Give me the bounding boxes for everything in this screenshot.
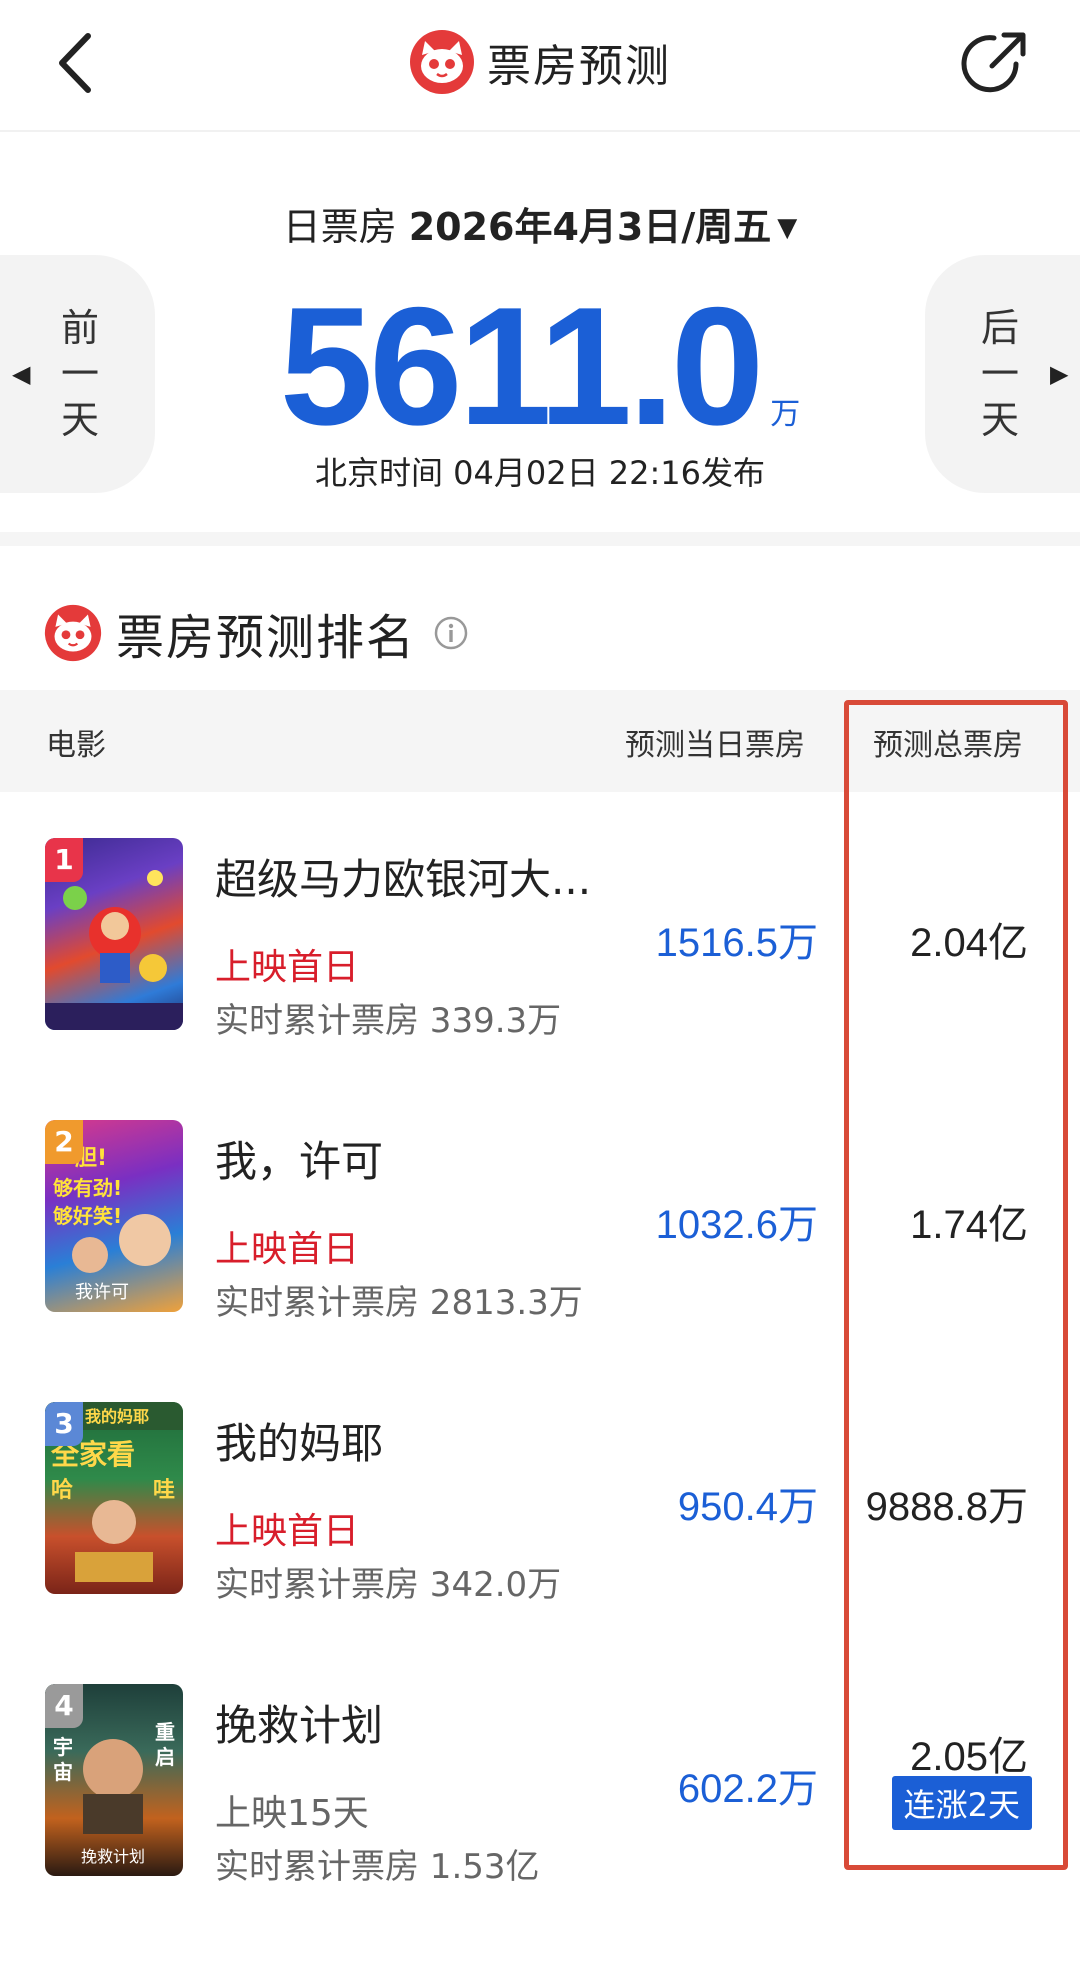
release-status: 上映首日 — [215, 947, 360, 988]
svg-text:我许可: 我许可 — [75, 1282, 129, 1303]
svg-text:重: 重 — [155, 1720, 175, 1744]
daily-box-label: 日票房 — [282, 205, 397, 249]
svg-text:宙: 宙 — [53, 1760, 73, 1784]
top-bar: 票房预测 — [0, 0, 1080, 132]
svg-text:够好笑!: 够好笑! — [53, 1204, 122, 1228]
cumulative-box-office: 实时累计票房 339.3万 — [215, 1001, 562, 1041]
today-prediction: 602.2万 — [677, 1767, 818, 1811]
svg-text:启: 启 — [155, 1745, 175, 1769]
svg-text:挽救计划: 挽救计划 — [81, 1847, 145, 1866]
movie-poster[interactable]: 1 — [45, 838, 183, 1030]
cumulative-box-office: 实时累计票房 2813.3万 — [215, 1283, 583, 1323]
today-prediction: 1032.6万 — [655, 1203, 818, 1247]
maoyan-cat-logo-icon — [44, 604, 102, 662]
column-header-today: 预测当日票房 — [625, 728, 805, 763]
share-icon[interactable] — [958, 24, 1034, 100]
total-column-highlight — [844, 700, 1068, 1870]
svg-text:宇: 宇 — [53, 1735, 73, 1759]
release-status: 上映15天 — [215, 1793, 369, 1834]
movie-poster[interactable]: 我的妈耶 全家看 哈 哇 3 — [45, 1402, 183, 1594]
section-divider — [0, 532, 1080, 546]
rank-badge: 3 — [45, 1402, 83, 1446]
daily-box-office-total: 5611.0 万 — [0, 270, 1080, 463]
svg-text:够有劲!: 够有劲! — [53, 1176, 122, 1200]
movie-title: 我，许可 — [215, 1137, 384, 1186]
movie-title: 超级马力欧银河大... — [215, 855, 592, 904]
movie-title: 我的妈耶 — [215, 1419, 384, 1468]
date-selector[interactable]: 日票房 2026年4月3日/周五 ▼ — [0, 196, 1080, 251]
box-office-value: 5611.0 — [279, 272, 765, 460]
svg-text:哈: 哈 — [51, 1477, 73, 1503]
release-status: 上映首日 — [215, 1229, 360, 1270]
cumulative-box-office: 实时累计票房 1.53亿 — [215, 1847, 540, 1887]
today-prediction: 950.4万 — [677, 1485, 818, 1529]
release-status: 上映首日 — [215, 1511, 360, 1552]
page-title: 票房预测 — [487, 41, 671, 92]
column-header-movie: 电影 — [46, 728, 106, 763]
ranking-heading: 票房预测排名 — [44, 598, 468, 668]
box-office-unit: 万 — [770, 397, 801, 432]
rank-badge: 1 — [45, 838, 83, 882]
movie-poster[interactable]: 胆! 够有劲! 够好笑! 我许可 2 — [45, 1120, 183, 1312]
info-icon[interactable] — [434, 616, 468, 650]
selected-date: 2026年4月3日/周五 — [408, 205, 772, 249]
movie-poster[interactable]: 宇 宙 重 启 挽救计划 4 — [45, 1684, 183, 1876]
svg-text:哇: 哇 — [153, 1478, 175, 1503]
movie-title: 挽救计划 — [215, 1701, 384, 1750]
svg-text:我的妈耶: 我的妈耶 — [85, 1407, 149, 1426]
publish-time: 北京时间 04月02日 22:16发布 — [314, 454, 765, 492]
cumulative-box-office: 实时累计票房 342.0万 — [215, 1565, 562, 1605]
header-title-group: 票房预测 — [0, 22, 1080, 102]
maoyan-cat-logo-icon — [410, 30, 474, 94]
dropdown-caret-icon: ▼ — [777, 213, 798, 243]
rank-badge: 2 — [45, 1120, 83, 1164]
ranking-title: 票房预测排名 — [116, 610, 417, 666]
rank-badge: 4 — [45, 1684, 83, 1728]
today-prediction: 1516.5万 — [655, 921, 818, 965]
